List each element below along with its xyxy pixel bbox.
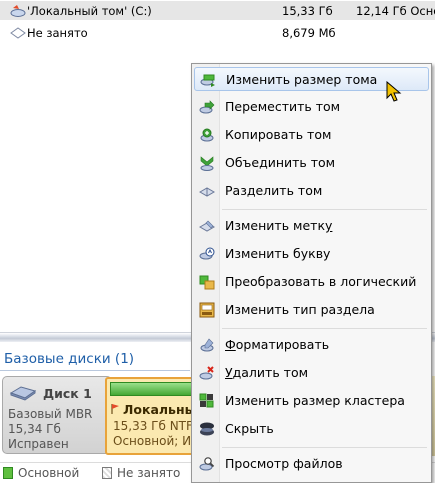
menu-item-label: Просмотр файлов <box>225 456 343 471</box>
disk-card[interactable]: Диск 1 Базовый MBR 15,34 Гб Исправен <box>2 376 112 454</box>
menu-item-browse-files[interactable]: Просмотр файлов <box>194 452 429 476</box>
menu-item-hide[interactable]: Скрыть <box>194 417 429 441</box>
volume-name: Не занято <box>27 25 88 40</box>
unallocated-icon <box>10 27 26 39</box>
volume-name: 'Локальный том' (C:) <box>27 3 152 18</box>
menu-item-label: Изменить тип раздела <box>225 302 375 317</box>
legend-primary-label: Основной <box>18 466 80 480</box>
menu-item-label: Изменить размер тома <box>226 72 378 87</box>
menu-item-label: Скрыть <box>225 421 274 436</box>
partition-type-icon <box>199 302 215 318</box>
split-volume-icon <box>199 187 215 197</box>
menu-separator <box>222 328 427 329</box>
merge-volume-icon <box>200 156 214 171</box>
partition-card[interactable]: Локальный 15,33 Гб NTFS Основной; И <box>105 377 195 455</box>
partition-type: Основной; И <box>113 434 192 448</box>
menu-item-partition-type[interactable]: Изменить тип раздела <box>194 298 429 322</box>
menu-item-label: Разделить том <box>225 183 323 198</box>
resize-volume-icon <box>200 74 215 87</box>
partition-size: 15,33 Гб NTFS <box>113 419 195 433</box>
volume-capacity: 15,33 Гб <box>282 3 333 18</box>
menu-item-label: Изменить размер кластера <box>225 393 405 408</box>
legend-primary-swatch <box>3 467 13 479</box>
menu-item-label: Изменить букву <box>225 246 331 261</box>
menu-item-label: Копировать том <box>225 127 332 142</box>
volume-row-c[interactable]: 'Локальный том' (C:) 15,33 Гб 12,14 Гб О… <box>0 1 435 20</box>
menu-item-change-label[interactable]: Изменить метку <box>194 214 429 238</box>
disk-title: Диск 1 <box>43 386 92 401</box>
volume-icon <box>10 5 26 17</box>
menu-item-merge-volume[interactable]: Объединить том <box>194 151 429 175</box>
partition-usage-bar <box>110 382 193 396</box>
disk-type: Базовый MBR <box>8 407 93 421</box>
menu-item-copy-volume[interactable]: Копировать том <box>194 123 429 147</box>
delete-volume-icon <box>199 366 214 380</box>
menu-item-label: Переместить том <box>225 99 341 114</box>
cluster-size-icon <box>199 393 214 408</box>
menu-separator <box>222 447 427 448</box>
copy-volume-icon <box>200 128 214 142</box>
legend-unallocated-label: Не занято <box>117 466 181 480</box>
browse-files-icon <box>199 457 215 471</box>
menu-separator <box>222 209 427 210</box>
volume-capacity: 8,679 Мб <box>282 25 336 40</box>
partition-flag-icon <box>111 404 119 414</box>
context-menu: Изменить размер тома Переместить том Коп… <box>191 63 432 483</box>
mouse-cursor-icon <box>386 81 402 102</box>
change-label-icon <box>199 220 215 232</box>
hide-icon <box>200 422 214 436</box>
menu-item-label: Удалить том <box>225 365 309 380</box>
menu-item-label: Объединить том <box>225 155 336 170</box>
menu-item-convert-logical[interactable]: Преобразовать в логический <box>194 270 429 294</box>
menu-item-cluster-size[interactable]: Изменить размер кластера <box>194 389 429 413</box>
convert-logical-icon <box>199 275 215 290</box>
menu-item-label: Преобразовать в логический <box>225 274 417 289</box>
volume-row-unallocated[interactable]: Не занято 8,679 Мб <box>0 23 435 42</box>
partition-title: Локальный <box>123 402 195 417</box>
disk-status: Исправен <box>8 437 69 451</box>
disk-icon <box>9 386 37 401</box>
volume-used: 12,14 Гб Основ <box>356 3 435 18</box>
format-icon <box>200 338 214 352</box>
menu-item-label: Изменить метку <box>225 218 333 233</box>
menu-item-delete-volume[interactable]: Удалить том <box>194 361 429 385</box>
legend-unallocated-swatch <box>102 467 112 479</box>
menu-item-split-volume[interactable]: Разделить том <box>194 179 429 203</box>
menu-item-label: Форматировать <box>225 337 330 352</box>
change-letter-icon <box>199 247 215 260</box>
panel-title: Базовые диски (1) <box>4 351 135 367</box>
disk-size: 15,34 Гб <box>8 422 61 436</box>
move-volume-icon <box>199 100 215 114</box>
panel-title-divider <box>0 370 190 371</box>
menu-item-format[interactable]: Форматировать <box>194 333 429 357</box>
menu-item-change-letter[interactable]: Изменить букву <box>194 242 429 266</box>
